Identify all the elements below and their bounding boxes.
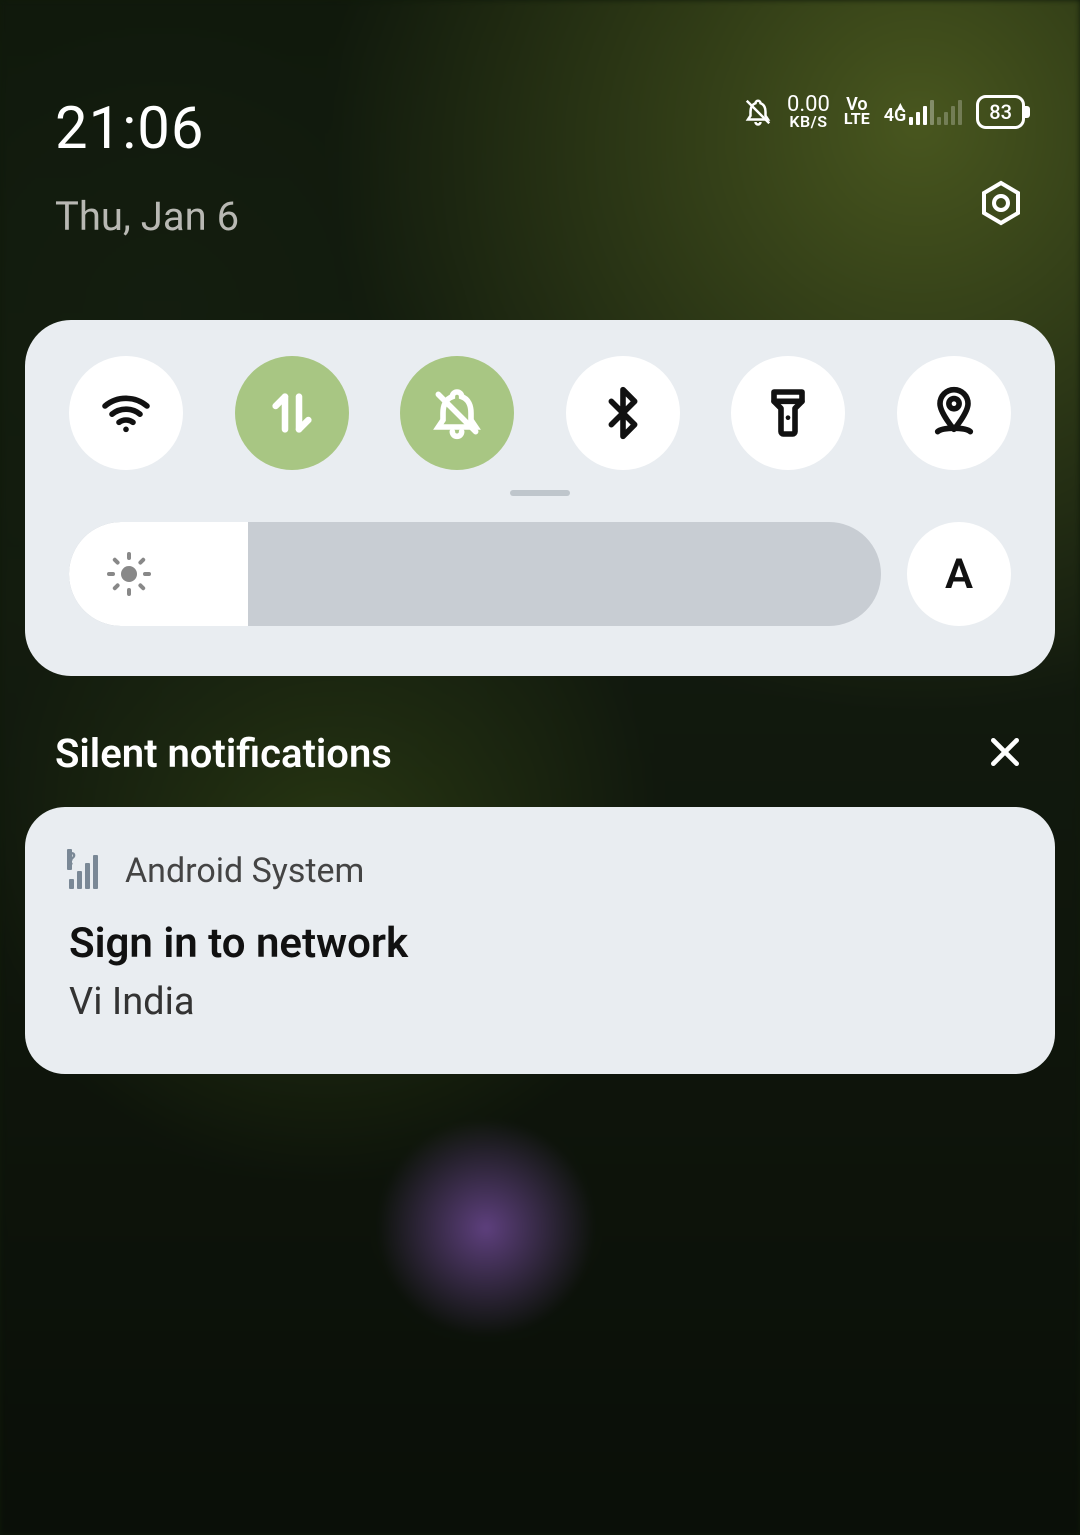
bluetooth-icon <box>595 385 651 441</box>
silent-notifications-label: Silent notifications <box>55 730 392 777</box>
flashlight-toggle[interactable] <box>731 356 845 470</box>
status-bar: 21:06 Thu, Jan 6 0.00 KB/S Vo LTE ▲4G <box>0 0 1080 240</box>
location-icon <box>926 385 982 441</box>
notification-body: Vi India <box>69 980 1011 1024</box>
notification-title: Sign in to network <box>69 919 1011 968</box>
signal-indicator: ▲4G <box>884 99 963 125</box>
settings-button[interactable] <box>977 179 1025 231</box>
quick-settings-panel: A <box>25 320 1055 676</box>
dnd-toggle[interactable] <box>400 356 514 470</box>
notification-card[interactable]: ? Android System Sign in to network Vi I… <box>25 807 1055 1074</box>
wifi-icon <box>98 385 154 441</box>
auto-brightness-toggle[interactable]: A <box>907 522 1011 626</box>
sun-icon <box>105 550 153 598</box>
net-speed-indicator: 0.00 KB/S <box>787 96 830 128</box>
brightness-slider[interactable] <box>69 522 881 626</box>
qs-expand-handle[interactable] <box>69 490 1011 496</box>
brightness-fill <box>69 522 248 626</box>
bluetooth-toggle[interactable] <box>566 356 680 470</box>
volte-indicator: Vo LTE <box>844 98 870 125</box>
flashlight-icon <box>760 385 816 441</box>
status-indicators: 0.00 KB/S Vo LTE ▲4G 83 <box>743 95 1025 129</box>
wifi-toggle[interactable] <box>69 356 183 470</box>
mobile-data-icon <box>264 385 320 441</box>
close-icon <box>985 732 1025 772</box>
dnd-icon <box>743 97 773 127</box>
mobile-data-toggle[interactable] <box>235 356 349 470</box>
clock-date: Thu, Jan 6 <box>55 193 239 240</box>
location-toggle[interactable] <box>897 356 1011 470</box>
notification-app-name: Android System <box>125 851 364 891</box>
signal-question-icon: ? <box>69 853 105 889</box>
clear-silent-button[interactable] <box>985 732 1025 776</box>
clock-time: 21:06 <box>55 95 239 163</box>
battery-indicator: 83 <box>976 95 1025 129</box>
bell-off-icon <box>429 385 485 441</box>
